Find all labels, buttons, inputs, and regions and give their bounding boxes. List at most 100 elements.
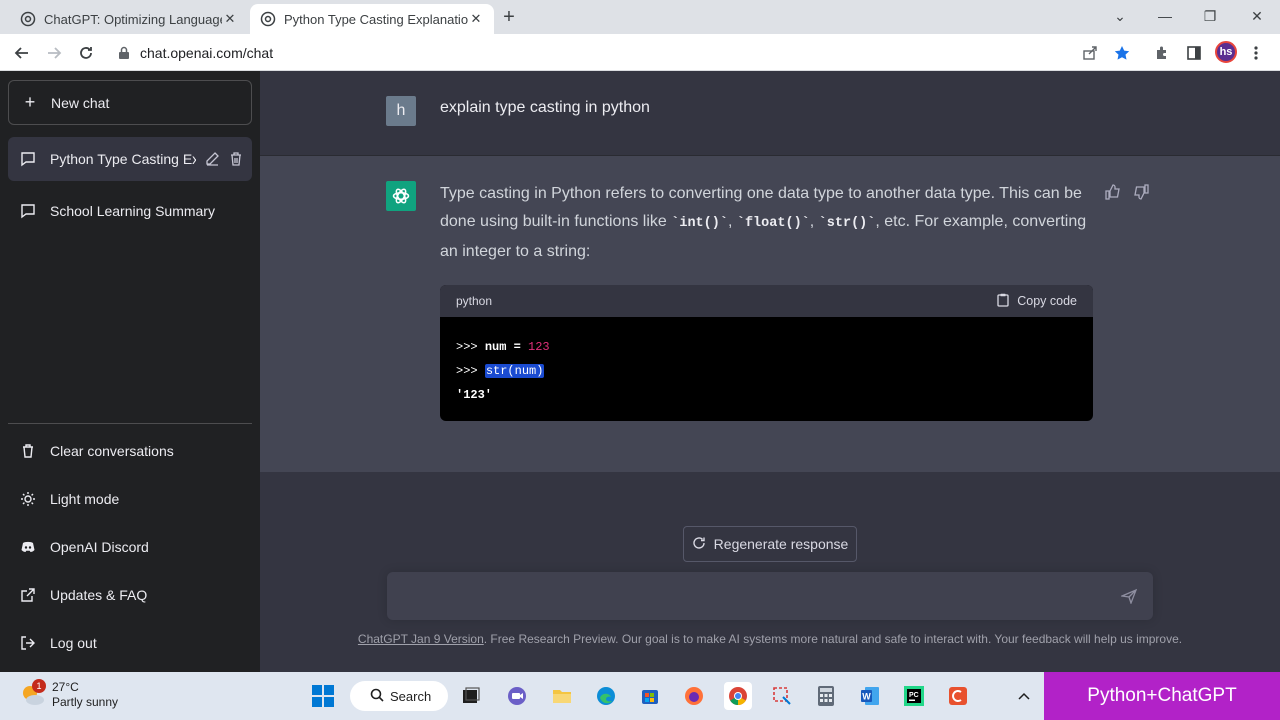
trash-icon[interactable]	[228, 151, 244, 167]
code-content[interactable]: >>> num = 123 >>> str(num) '123'	[440, 317, 1093, 421]
browser-tab-active[interactable]: Python Type Casting Explanation ✕	[250, 4, 494, 34]
inline-code: `float()`	[736, 216, 810, 231]
weather-widget[interactable]: 1 27°C Partly sunny	[18, 679, 119, 710]
close-tab-icon[interactable]: ✕	[468, 11, 484, 27]
chat-bubble-icon	[20, 203, 36, 219]
user-message: explain type casting in python	[440, 99, 650, 116]
faq-label: Updates & FAQ	[50, 587, 148, 603]
address-bar[interactable]: chat.openai.com/chat	[110, 38, 1110, 67]
sun-icon	[20, 491, 36, 507]
weather-condition: Partly sunny	[52, 695, 119, 709]
logout-button[interactable]: Log out	[8, 621, 252, 665]
windows-start-icon[interactable]	[309, 682, 337, 710]
code-selection: str(num)	[484, 364, 545, 378]
code-prompt: >>>	[456, 340, 485, 354]
copy-code-label: Copy code	[1017, 294, 1077, 308]
code-number: 123	[528, 340, 550, 354]
new-chat-button[interactable]: + New chat	[8, 80, 252, 125]
share-icon[interactable]	[1078, 41, 1102, 65]
word-icon[interactable]: W	[856, 682, 884, 710]
conversation-item[interactable]: Python Type Casting Ex	[8, 137, 252, 181]
regenerate-label: Regenerate response	[713, 536, 849, 552]
restore-button[interactable]: ❐	[1198, 4, 1222, 28]
temperature: 27°C	[52, 680, 79, 694]
chat-main: h explain type casting in python Type ca…	[260, 71, 1280, 672]
recorder-icon[interactable]	[944, 682, 972, 710]
edge-icon[interactable]	[592, 682, 620, 710]
version-link[interactable]: ChatGPT Jan 9 Version	[358, 632, 484, 646]
trash-icon	[20, 443, 36, 459]
file-explorer-icon[interactable]	[548, 682, 576, 710]
discord-link[interactable]: OpenAI Discord	[8, 525, 252, 569]
minimize-button[interactable]: —	[1153, 4, 1177, 28]
message-input[interactable]	[387, 572, 1153, 620]
more-menu-icon[interactable]	[1244, 41, 1268, 65]
store-icon[interactable]	[636, 682, 664, 710]
openai-icon	[260, 11, 276, 27]
svg-text:W: W	[862, 692, 871, 702]
firefox-icon[interactable]	[680, 682, 708, 710]
teams-chat-icon[interactable]	[503, 682, 531, 710]
thumbs-down-icon[interactable]	[1132, 183, 1150, 201]
thumbs-up-icon[interactable]	[1104, 183, 1122, 201]
code-line: '123'	[456, 383, 1077, 407]
send-icon[interactable]	[1121, 588, 1137, 604]
chrome-icon[interactable]	[724, 682, 752, 710]
light-mode-button[interactable]: Light mode	[8, 477, 252, 521]
forward-icon[interactable]	[42, 41, 66, 65]
side-panel-icon[interactable]	[1182, 41, 1206, 65]
browser-toolbar: chat.openai.com/chat	[0, 34, 1280, 71]
clear-label: Clear conversations	[50, 443, 174, 459]
svg-text:PC: PC	[909, 692, 919, 699]
tab-title: ChatGPT: Optimizing Language M	[44, 11, 222, 27]
notification-badge: 1	[32, 679, 46, 693]
user-avatar: h	[386, 96, 416, 126]
footer-text: . Free Research Preview. Our goal is to …	[483, 632, 1183, 646]
clipboard-icon	[997, 293, 1009, 310]
pycharm-icon[interactable]: PC	[900, 682, 928, 710]
clear-conversations-button[interactable]: Clear conversations	[8, 429, 252, 473]
back-icon[interactable]	[10, 41, 34, 65]
new-tab-button[interactable]: +	[500, 6, 518, 28]
logout-icon	[20, 635, 36, 651]
sidebar-divider	[8, 423, 252, 424]
taskbar-search[interactable]: Search	[350, 681, 448, 711]
regenerate-button[interactable]: Regenerate response	[683, 526, 857, 562]
conversation-label: School Learning Summary	[50, 203, 215, 219]
inline-code: `str()`	[818, 216, 876, 231]
faq-link[interactable]: Updates & FAQ	[8, 573, 252, 617]
calculator-icon[interactable]	[812, 682, 840, 710]
browser-tab[interactable]: ChatGPT: Optimizing Language M ✕	[10, 4, 248, 34]
bookmark-star-icon[interactable]	[1110, 41, 1134, 65]
footer-disclaimer: ChatGPT Jan 9 Version. Free Research Pre…	[260, 632, 1280, 646]
browser-tab-strip: ChatGPT: Optimizing Language M ✕ Python …	[0, 0, 1280, 34]
task-view-icon[interactable]	[457, 682, 485, 710]
openai-icon	[20, 11, 36, 27]
lock-icon	[118, 46, 130, 60]
edit-icon[interactable]	[204, 151, 220, 167]
code-line: >>> num = 123	[456, 335, 1077, 359]
tab-title: Python Type Casting Explanation	[284, 11, 468, 27]
chevron-up-icon[interactable]	[1014, 686, 1034, 706]
logout-label: Log out	[50, 635, 97, 651]
close-tab-icon[interactable]: ✕	[222, 11, 238, 27]
refresh-icon	[692, 536, 706, 553]
plus-icon: +	[24, 92, 36, 112]
code-block: python Copy code >>> num = 123 >>> str(n…	[440, 285, 1093, 421]
conversation-label: Python Type Casting Ex	[50, 151, 196, 167]
assistant-message: Type casting in Python refers to convert…	[440, 180, 1090, 266]
discord-icon	[20, 539, 36, 555]
profile-avatar[interactable]: hs	[1215, 41, 1237, 63]
close-window-button[interactable]: ✕	[1245, 4, 1269, 28]
copy-code-button[interactable]: Copy code	[997, 293, 1077, 310]
snipping-tool-icon[interactable]	[768, 682, 796, 710]
conversation-item[interactable]: School Learning Summary	[8, 189, 252, 233]
light-mode-label: Light mode	[50, 491, 120, 507]
search-icon	[370, 688, 384, 705]
extensions-icon[interactable]	[1150, 41, 1174, 65]
code-language: python	[456, 294, 493, 308]
url-text: chat.openai.com/chat	[140, 44, 274, 61]
external-link-icon	[20, 587, 36, 603]
tab-search-icon[interactable]: ⌄	[1108, 4, 1132, 28]
reload-icon[interactable]	[74, 41, 98, 65]
